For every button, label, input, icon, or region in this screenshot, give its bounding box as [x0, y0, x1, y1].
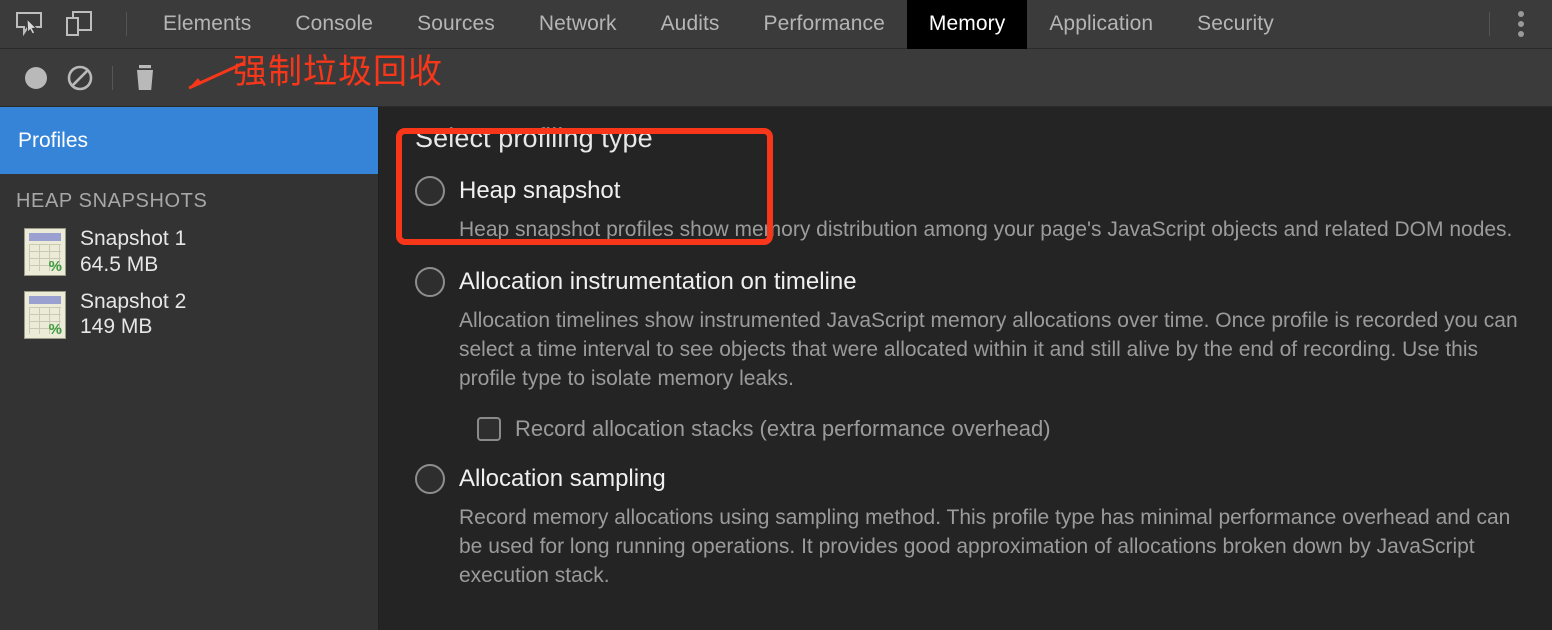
clear-button[interactable] [58, 56, 102, 100]
record-allocation-stacks-checkbox[interactable] [477, 416, 501, 441]
annotation-arrow-icon [186, 60, 248, 97]
panel-tabs: Elements Console Sources Network Audits … [141, 0, 1296, 49]
tab-application[interactable]: Application [1027, 0, 1175, 49]
list-item[interactable]: % Snapshot 1 64.5 MB [0, 221, 378, 284]
heap-snapshot-description: Heap snapshot profiles show memory distr… [459, 218, 1513, 241]
profile-type-selector: Select profiling type Heap snapshot Heap… [380, 107, 1552, 630]
allocation-sampling-radio-row[interactable]: Allocation sampling [415, 463, 1552, 494]
profiles-sidebar: Profiles HEAP SNAPSHOTS % Snapshot 1 64.… [0, 107, 379, 630]
devtools-tabstrip: Elements Console Sources Network Audits … [0, 0, 1552, 49]
device-toolbar-icon[interactable] [62, 7, 96, 41]
devtools-tool-icons [0, 0, 141, 49]
snapshot-title: Snapshot 2 [80, 289, 187, 313]
collect-garbage-button[interactable] [123, 56, 167, 100]
record-allocation-stacks-label: Record allocation stacks (extra performa… [515, 415, 1051, 441]
snapshot-text: Snapshot 2 149 MB [80, 290, 186, 341]
allocation-sampling-radio[interactable] [415, 463, 445, 494]
sidebar-item-profiles-label: Profiles [18, 128, 89, 152]
allocation-sampling-label: Allocation sampling [459, 464, 666, 492]
snapshot-text: Snapshot 1 64.5 MB [80, 227, 186, 278]
list-item[interactable]: % Snapshot 2 149 MB [0, 284, 378, 347]
allocation-sampling-description: Record memory allocations using sampling… [459, 505, 1511, 587]
profile-option-heap-snapshot[interactable]: Heap snapshot Heap snapshot profiles sho… [380, 176, 1552, 245]
snapshot-title: Snapshot 1 [80, 227, 187, 250]
tab-security[interactable]: Security [1175, 0, 1296, 49]
record-allocation-stacks-row[interactable]: Record allocation stacks (extra performa… [415, 416, 1552, 442]
allocation-instrumentation-description: Allocation timelines show instrumented J… [459, 308, 1518, 390]
tabstrip-divider [1489, 12, 1490, 36]
tab-network[interactable]: Network [517, 0, 639, 49]
allocation-instrumentation-label: Allocation instrumentation on timeline [459, 267, 857, 295]
more-options-icon[interactable] [1504, 11, 1538, 37]
devtools-window: Elements Console Sources Network Audits … [0, 0, 1552, 630]
tabstrip-right-controls [1475, 0, 1552, 49]
sidebar-section-heap-snapshots: HEAP SNAPSHOTS [16, 190, 208, 212]
allocation-instrumentation-radio-row[interactable]: Allocation instrumentation on timeline [415, 266, 1552, 297]
inspect-element-icon[interactable] [12, 7, 46, 41]
heap-snapshot-radio-row[interactable]: Heap snapshot [415, 176, 1552, 206]
record-button[interactable] [14, 56, 58, 100]
tab-console[interactable]: Console [273, 0, 395, 49]
annotation-label: 强制垃圾回收 [233, 52, 443, 92]
profile-option-allocation-instrumentation[interactable]: Allocation instrumentation on timeline A… [380, 266, 1552, 442]
tab-sources[interactable]: Sources [395, 0, 517, 49]
allocation-instrumentation-radio[interactable] [415, 266, 445, 297]
profile-option-allocation-sampling[interactable]: Allocation sampling Record memory alloca… [380, 463, 1552, 591]
tab-memory[interactable]: Memory [906, 0, 1028, 49]
page-title: Select profiling type [415, 123, 653, 153]
toolbar-divider [126, 12, 127, 36]
snapshot-size: 149 MB [80, 315, 153, 339]
snapshot-size: 64.5 MB [80, 252, 159, 276]
snapshot-document-icon: % [24, 290, 66, 339]
tab-elements[interactable]: Elements [141, 0, 273, 49]
heap-snapshot-radio[interactable] [415, 176, 445, 206]
toolbar-separator [112, 65, 113, 90]
heap-snapshot-label: Heap snapshot [459, 177, 621, 204]
tab-audits[interactable]: Audits [639, 0, 742, 49]
sidebar-item-profiles[interactable]: Profiles [0, 107, 378, 174]
tab-performance[interactable]: Performance [742, 0, 907, 49]
snapshot-document-icon: % [24, 228, 66, 277]
panel-toolbar-extension [379, 49, 1552, 107]
